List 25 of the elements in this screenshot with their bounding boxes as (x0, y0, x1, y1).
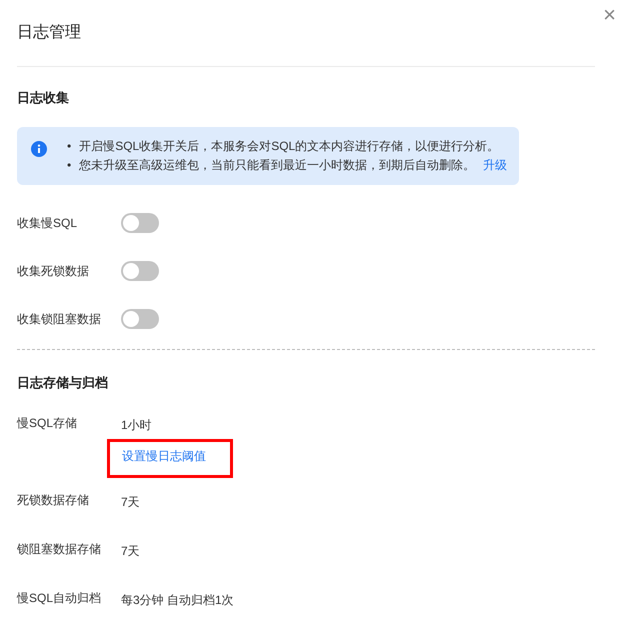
dialog-title: 日志管理 (17, 22, 82, 43)
close-button[interactable]: × (603, 2, 616, 28)
bullet-mark: • (67, 158, 72, 172)
toggle-switch[interactable] (121, 213, 159, 233)
upgrade-link[interactable]: 升级 (483, 158, 508, 172)
section-title: 日志存储与归档 (17, 374, 109, 392)
threshold-link[interactable]: 设置慢日志阈值 (122, 449, 206, 463)
field-label: 慢SQL存储 (17, 415, 78, 432)
toggle-switch[interactable] (121, 261, 159, 281)
bullet-mark: • (67, 139, 72, 153)
field-value: 7天 (121, 494, 140, 511)
switch-label: 收集慢SQL (17, 214, 78, 232)
section-title: 日志收集 (17, 89, 70, 107)
field-label: 锁阻塞数据存储 (17, 541, 102, 558)
notice-text: 您未升级至高级运维包，当前只能看到最近一小时数据，到期后自动删除。 (79, 158, 476, 172)
switch-label: 收集死锁数据 (17, 262, 90, 280)
field-label: 慢SQL自动归档 (17, 590, 102, 607)
info-icon (31, 141, 47, 157)
toggle-switch[interactable] (121, 309, 159, 329)
field-value: 每3分钟 自动归档1次 (121, 592, 234, 609)
field-label: 死锁数据存储 (17, 492, 90, 509)
switch-label: 收集锁阻塞数据 (17, 310, 102, 328)
field-value: 7天 (121, 543, 140, 560)
field-value: 1小时 (121, 417, 153, 434)
notice-text: 开启慢SQL收集开关后，本服务会对SQL的文本内容进行存储，以便进行分析。 (79, 139, 500, 153)
